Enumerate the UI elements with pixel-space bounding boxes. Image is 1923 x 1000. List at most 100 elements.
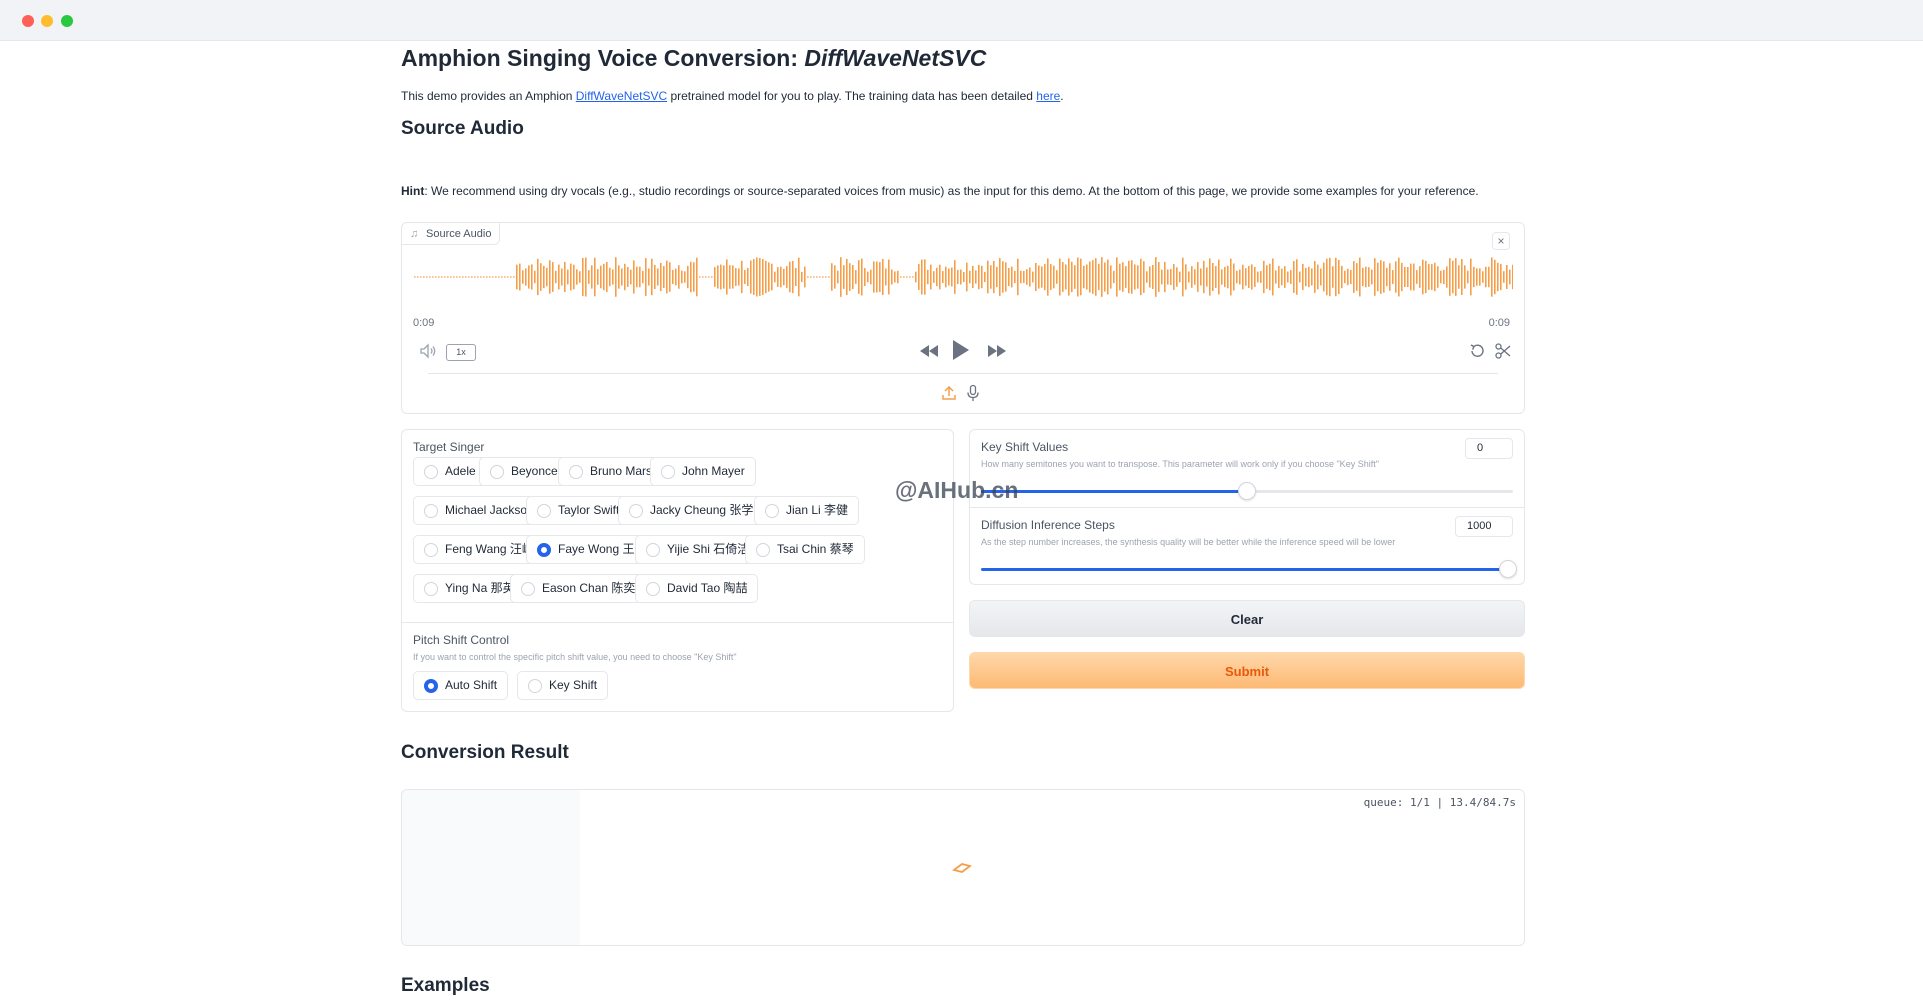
waveform-bar xyxy=(1311,268,1313,286)
waveform-bar xyxy=(945,266,947,288)
waveform-bar xyxy=(501,276,503,278)
waveform-bar xyxy=(462,276,464,278)
waveform-bar xyxy=(510,276,512,278)
diffwavenetsvc-link[interactable]: DiffWaveNetSVC xyxy=(576,89,667,103)
waveform-bar xyxy=(1266,265,1268,289)
waveform-bar xyxy=(792,260,794,294)
waveform-bar xyxy=(1053,265,1055,289)
clear-audio-button[interactable]: × xyxy=(1492,232,1510,250)
close-window-button[interactable] xyxy=(22,15,34,27)
waveform-bar xyxy=(1101,257,1103,297)
waveform-bar xyxy=(942,271,944,283)
singer-radio-jian-li[interactable]: Jian Li 李健 xyxy=(754,496,860,525)
current-time: 0:09 xyxy=(413,317,435,329)
waveform-bar xyxy=(972,265,974,289)
diffusion-steps-slider[interactable] xyxy=(981,560,1517,578)
waveform-bar xyxy=(1272,258,1274,296)
waveform-bar xyxy=(1293,261,1295,293)
singer-radio-beyonce[interactable]: Beyonce xyxy=(479,457,569,486)
singer-radio-david-tao[interactable]: David Tao 陶喆 xyxy=(635,574,759,603)
waveform-bar xyxy=(1242,264,1244,290)
pitch-radio-key-shift[interactable]: Key Shift xyxy=(517,671,609,700)
key-shift-slider[interactable] xyxy=(981,482,1513,500)
source-audio-player: ♫ Source Audio × 0:09 0:09 1x xyxy=(401,222,1525,414)
waveform-bar xyxy=(1341,265,1343,289)
waveform-bar xyxy=(1017,258,1019,296)
waveform-bar xyxy=(666,260,668,294)
waveform-bar xyxy=(702,276,704,278)
singer-radio-michael-jackson[interactable]: Michael Jackson xyxy=(413,496,545,525)
radio-circle xyxy=(490,465,504,479)
key-shift-slider-thumb[interactable] xyxy=(1238,482,1256,500)
audio-waveform[interactable] xyxy=(413,253,1513,301)
waveform-bar xyxy=(570,263,572,291)
waveform-bar xyxy=(1332,266,1334,288)
waveform-bar xyxy=(522,270,524,284)
waveform-bar xyxy=(1119,263,1121,291)
undo-icon[interactable] xyxy=(1468,342,1486,360)
waveform-bar xyxy=(1338,259,1340,295)
diffusion-steps-slider-thumb[interactable] xyxy=(1498,560,1517,578)
intro-before: This demo provides an Amphion xyxy=(401,89,576,103)
waveform-bar xyxy=(606,261,608,293)
waveform-bar xyxy=(735,268,737,286)
singer-radio-john-mayer[interactable]: John Mayer xyxy=(650,457,756,486)
waveform-bar xyxy=(969,270,971,284)
waveform-bar xyxy=(639,266,641,288)
waveform-bar xyxy=(471,276,473,278)
diffusion-steps-input[interactable]: 1000 xyxy=(1455,516,1513,537)
clear-button[interactable]: Clear xyxy=(969,600,1525,637)
waveform-bar xyxy=(1488,266,1490,288)
radio-label: Beyonce xyxy=(511,464,558,478)
waveform-bar xyxy=(1263,260,1265,294)
waveform-bar xyxy=(816,276,818,278)
waveform-bar xyxy=(537,258,539,296)
hint-label: Hint xyxy=(401,184,425,198)
total-duration: 0:09 xyxy=(1488,317,1510,329)
waveform-bar xyxy=(1224,266,1226,288)
waveform-bar xyxy=(1485,266,1487,288)
waveform-bar xyxy=(531,264,533,290)
pitch-radio-auto-shift[interactable]: Auto Shift xyxy=(413,671,509,700)
waveform-bar xyxy=(1146,271,1148,283)
waveform-bar xyxy=(516,264,518,290)
volume-icon[interactable] xyxy=(418,341,438,361)
waveform-bar xyxy=(555,270,557,284)
waveform-bar xyxy=(774,271,776,283)
radio-circle xyxy=(521,582,535,596)
waveform-bar xyxy=(1380,260,1382,294)
radio-label: Adele xyxy=(445,464,476,478)
waveform-bar xyxy=(828,276,830,278)
singer-radio-yijie-shi[interactable]: Yijie Shi 石倚洁 xyxy=(635,535,761,564)
microphone-icon[interactable] xyxy=(966,384,980,402)
waveform-bar xyxy=(888,259,890,295)
singer-radio-ying-na[interactable]: Ying Na 那英 xyxy=(413,574,526,603)
waveform-bar xyxy=(1143,261,1145,293)
singer-radio-adele[interactable]: Adele xyxy=(413,457,487,486)
play-icon[interactable] xyxy=(951,338,971,362)
radio-label: Yijie Shi 石倚洁 xyxy=(667,542,750,556)
playback-speed-button[interactable]: 1x xyxy=(446,344,476,361)
scissors-icon[interactable] xyxy=(1494,342,1512,360)
fast-forward-icon[interactable] xyxy=(986,343,1008,359)
singer-radio-tsai-chin[interactable]: Tsai Chin 蔡琴 xyxy=(745,535,865,564)
waveform-bar xyxy=(783,268,785,286)
waveform-bar xyxy=(1470,258,1472,296)
waveform-bar xyxy=(939,264,941,290)
submit-button[interactable]: Submit xyxy=(969,652,1525,689)
radio-label: Jian Li 李健 xyxy=(786,503,849,517)
waveform-bar xyxy=(663,265,665,289)
maximize-window-button[interactable] xyxy=(61,15,73,27)
here-link[interactable]: here xyxy=(1036,89,1060,103)
upload-icon[interactable] xyxy=(941,384,957,402)
key-shift-input[interactable]: 0 xyxy=(1465,438,1513,459)
singer-radio-taylor-swift[interactable]: Taylor Swift xyxy=(526,496,631,525)
waveform-bar xyxy=(1089,261,1091,293)
rewind-icon[interactable] xyxy=(918,343,940,359)
waveform-bar xyxy=(600,265,602,289)
singer-radio-jacky-cheung[interactable]: Jacky Cheung 张学友 xyxy=(618,496,777,525)
radio-label: Tsai Chin 蔡琴 xyxy=(777,542,854,556)
minimize-window-button[interactable] xyxy=(41,15,53,27)
singer-radio-bruno-mars[interactable]: Bruno Mars xyxy=(558,457,664,486)
waveform-bar xyxy=(534,270,536,284)
